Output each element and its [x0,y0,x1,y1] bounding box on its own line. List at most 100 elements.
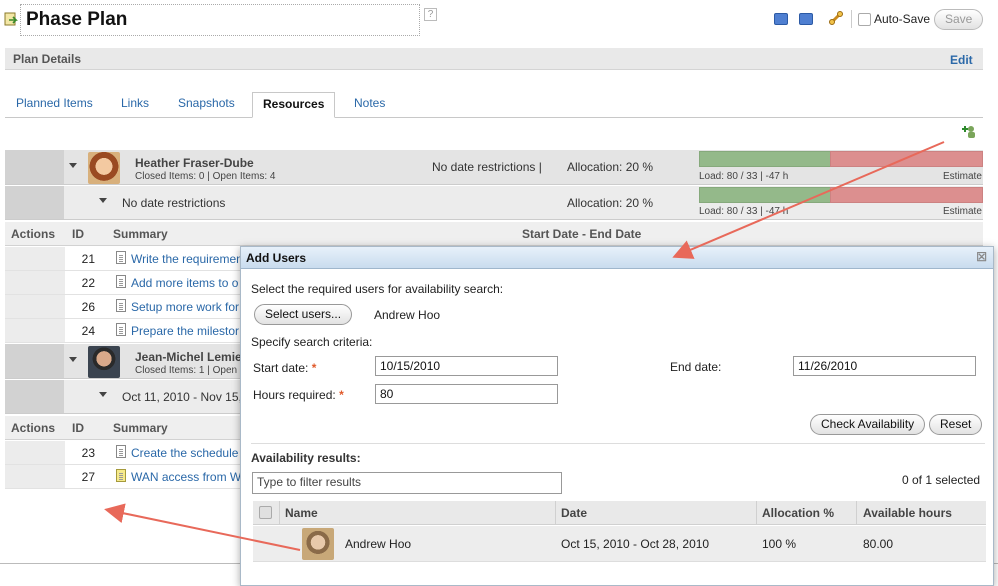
tab-planned-items[interactable]: Planned Items [16,96,93,110]
items-summary: Closed Items: 1 | Open It [135,365,246,376]
start-date-label: Start date: * [253,361,316,375]
auto-save-label: Auto-Save [874,12,931,26]
toolbar-divider [851,10,852,28]
row-actions[interactable] [5,319,65,342]
item-summary-link[interactable]: Write the requiremen [131,252,243,266]
item-id: 27 [81,470,95,484]
start-date-field[interactable]: 10/15/2010 [375,356,558,376]
avatar [302,528,334,560]
results-label: Availability results: [251,451,361,465]
layout-icon[interactable] [799,13,813,25]
check-availability-button[interactable]: Check Availability [810,414,926,435]
start-date-label-text: Start date: [253,361,309,375]
item-summary-link[interactable]: Prepare the milestor [131,324,239,338]
filter-results-input[interactable]: Type to filter results [252,472,562,494]
row-checkbox[interactable] [259,537,272,550]
collapse-toggle[interactable] [69,357,77,362]
item-id: 22 [81,276,95,290]
item-summary-link[interactable]: Setup more work for [131,300,239,314]
task-icon [116,445,126,458]
tab-resources[interactable]: Resources [252,92,336,118]
items-summary: Closed Items: 0 | Open Items: 4 [135,171,276,182]
col-allocation[interactable]: Allocation % [762,506,834,520]
col-dates: Start Date - End Date [522,227,642,241]
add-users-dialog: Add Users ☒ Select the required users fo… [240,246,994,586]
resource-subrow: No date restrictions Allocation: 20 % Lo… [5,186,983,220]
item-id: 24 [81,324,95,338]
row-lead [5,186,64,219]
col-divider [279,501,280,525]
select-all-checkbox[interactable] [259,506,272,519]
tab-links[interactable]: Links [121,96,149,110]
hours-field[interactable]: 80 [375,384,558,404]
estimate-label: Estimate [943,171,982,182]
load-bar-used [699,187,831,203]
item-id: 26 [81,300,95,314]
page-title[interactable]: Phase Plan [20,4,420,36]
load-text: Load: 80 / 33 | -47 h [699,171,789,182]
selected-user: Andrew Hoo [374,308,441,322]
tab-notes[interactable]: Notes [354,96,385,110]
task-icon [116,275,126,288]
end-date-field[interactable]: 11/26/2010 [793,356,976,376]
allocation: Allocation: 20 % [567,196,654,210]
row-actions[interactable] [5,295,65,318]
view-icon[interactable] [774,13,788,25]
load-text: Load: 80 / 33 | -47 h [699,206,789,217]
col-id: ID [72,421,84,435]
date-restriction: No date restrictions | [432,160,542,174]
help-icon[interactable]: ? [424,8,437,21]
dialog-title-bar: Add Users ☒ [241,247,993,269]
item-summary-link[interactable]: Create the schedule [131,446,238,460]
resource-name: Heather Fraser-Dube [135,156,254,170]
resource-row: Heather Fraser-Dube Closed Items: 0 | Op… [5,150,983,185]
select-users-button[interactable]: Select users... [254,304,353,325]
item-id: 23 [81,446,95,460]
row-lead [5,344,64,378]
tab-snapshots[interactable]: Snapshots [178,96,235,110]
item-summary-link[interactable]: Add more items to o [131,276,238,290]
collapse-toggle[interactable] [69,163,77,168]
plan-item-icon [116,469,126,482]
col-summary: Summary [113,421,168,435]
required-mark: * [311,361,317,375]
date-restriction: Oct 11, 2010 - Nov 15, [122,390,242,404]
col-divider [756,501,757,525]
load-bar-over [830,151,983,167]
row-actions[interactable] [5,465,65,488]
result-hours: 80.00 [863,537,894,551]
reset-button[interactable]: Reset [929,414,983,435]
load-bar-used [699,151,831,167]
load-bar [699,187,983,203]
result-allocation: 100 % [762,537,797,551]
instructions-text: Select the required users for availabili… [251,282,504,296]
task-icon [116,251,126,264]
item-summary-link[interactable]: WAN access from W [131,470,241,484]
save-button[interactable]: Save [934,9,984,30]
task-icon [116,323,126,336]
col-actions: Actions [11,227,56,241]
col-name[interactable]: Name [285,506,318,520]
auto-save-checkbox[interactable] [858,13,871,26]
load-bar-over [830,187,983,203]
row-actions[interactable] [5,271,65,294]
items-table-header: Actions ID Summary Start Date - End Date [5,222,983,246]
col-summary: Summary [113,227,168,241]
edit-link[interactable]: Edit [950,53,973,67]
col-hours[interactable]: Available hours [863,506,952,520]
row-actions[interactable] [5,441,65,464]
col-date[interactable]: Date [561,506,587,520]
collapse-toggle[interactable] [99,198,107,203]
add-resource-icon[interactable] [961,124,977,140]
row-actions[interactable] [5,247,65,270]
result-name: Andrew Hoo [345,537,412,551]
results-table-header: Name Date Allocation % Available hours [253,501,986,525]
link-icon[interactable] [828,10,844,26]
avatar [88,152,120,184]
close-icon[interactable]: ☒ [976,250,987,264]
col-id: ID [72,227,84,241]
collapse-toggle[interactable] [99,392,107,397]
plan-details-bar: Plan Details [5,48,983,70]
results-row[interactable]: Andrew Hoo Oct 15, 2010 - Oct 28, 2010 1… [253,526,986,562]
row-lead [5,150,64,184]
